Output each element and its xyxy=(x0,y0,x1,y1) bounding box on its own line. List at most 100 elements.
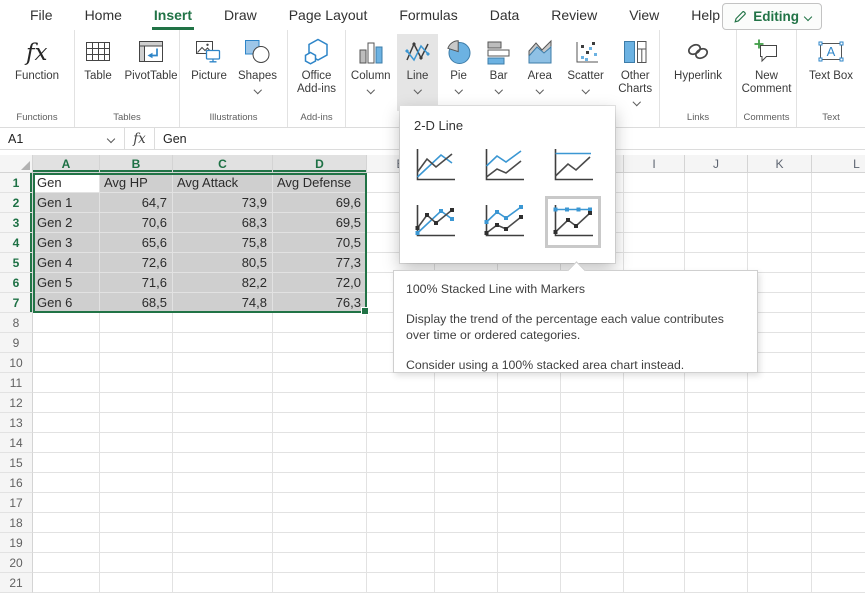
cell-B13[interactable] xyxy=(100,413,173,433)
cell-G11[interactable] xyxy=(498,373,561,393)
cell-F12[interactable] xyxy=(435,393,498,413)
cell-D17[interactable] xyxy=(273,493,367,513)
row-header-18[interactable]: 18 xyxy=(0,513,33,533)
cell-A13[interactable] xyxy=(33,413,100,433)
cell-A5[interactable]: Gen 4 xyxy=(33,253,100,273)
row-header-1[interactable]: 1 xyxy=(0,173,33,193)
cell-D3[interactable]: 69,5 xyxy=(273,213,367,233)
cell-C4[interactable]: 75,8 xyxy=(173,233,273,253)
cell-F19[interactable] xyxy=(435,533,498,553)
cell-A17[interactable] xyxy=(33,493,100,513)
row-header-21[interactable]: 21 xyxy=(0,573,33,593)
cell-K14[interactable] xyxy=(748,433,812,453)
cell-J16[interactable] xyxy=(685,473,748,493)
cell-L11[interactable] xyxy=(812,373,865,393)
cell-L5[interactable] xyxy=(812,253,865,273)
cell-A6[interactable]: Gen 5 xyxy=(33,273,100,293)
cell-C3[interactable]: 68,3 xyxy=(173,213,273,233)
cell-K12[interactable] xyxy=(748,393,812,413)
cell-I21[interactable] xyxy=(624,573,685,593)
cell-I11[interactable] xyxy=(624,373,685,393)
cell-L18[interactable] xyxy=(812,513,865,533)
cell-J19[interactable] xyxy=(685,533,748,553)
cell-A16[interactable] xyxy=(33,473,100,493)
menu-tab-file[interactable]: File xyxy=(14,0,69,30)
cell-K3[interactable] xyxy=(748,213,812,233)
cell-E14[interactable] xyxy=(367,433,435,453)
cell-B3[interactable]: 70,6 xyxy=(100,213,173,233)
cell-D13[interactable] xyxy=(273,413,367,433)
cell-G12[interactable] xyxy=(498,393,561,413)
row-header-20[interactable]: 20 xyxy=(0,553,33,573)
cell-K17[interactable] xyxy=(748,493,812,513)
cell-A4[interactable]: Gen 3 xyxy=(33,233,100,253)
cell-A11[interactable] xyxy=(33,373,100,393)
cell-A20[interactable] xyxy=(33,553,100,573)
cell-G16[interactable] xyxy=(498,473,561,493)
chart-type-100-percent-stacked-line[interactable] xyxy=(550,145,596,187)
cell-C19[interactable] xyxy=(173,533,273,553)
cell-K21[interactable] xyxy=(748,573,812,593)
cell-I12[interactable] xyxy=(624,393,685,413)
line-chart-button[interactable]: Line xyxy=(397,34,437,111)
area-chart-button[interactable]: Area xyxy=(520,34,560,111)
cell-A7[interactable]: Gen 6 xyxy=(33,293,100,313)
picture-button[interactable]: Picture xyxy=(186,34,232,111)
chart-type-stacked-line-with-markers[interactable] xyxy=(481,201,527,243)
cell-B15[interactable] xyxy=(100,453,173,473)
cell-H16[interactable] xyxy=(561,473,624,493)
cell-D6[interactable]: 72,0 xyxy=(273,273,367,293)
cell-I1[interactable] xyxy=(624,173,685,193)
cell-J15[interactable] xyxy=(685,453,748,473)
cell-L20[interactable] xyxy=(812,553,865,573)
cell-B21[interactable] xyxy=(100,573,173,593)
pivottable-button[interactable]: PivotTable xyxy=(123,34,179,111)
cell-K2[interactable] xyxy=(748,193,812,213)
cell-A10[interactable] xyxy=(33,353,100,373)
cell-J4[interactable] xyxy=(685,233,748,253)
cell-D9[interactable] xyxy=(273,333,367,353)
new-comment-button[interactable]: New Comment xyxy=(737,34,796,111)
shapes-button[interactable]: Shapes xyxy=(234,34,281,111)
table-button[interactable]: Table xyxy=(75,34,121,111)
row-header-14[interactable]: 14 xyxy=(0,433,33,453)
cell-J21[interactable] xyxy=(685,573,748,593)
cell-L8[interactable] xyxy=(812,313,865,333)
cell-L15[interactable] xyxy=(812,453,865,473)
row-header-8[interactable]: 8 xyxy=(0,313,33,333)
cell-H14[interactable] xyxy=(561,433,624,453)
fx-button[interactable]: fx xyxy=(125,128,155,149)
cell-G18[interactable] xyxy=(498,513,561,533)
menu-tab-insert[interactable]: Insert xyxy=(138,0,208,30)
cell-K4[interactable] xyxy=(748,233,812,253)
cell-L21[interactable] xyxy=(812,573,865,593)
column-chart-button[interactable]: Column xyxy=(346,34,395,111)
chart-type-100-percent-stacked-line-with-markers[interactable] xyxy=(550,201,596,243)
cell-B16[interactable] xyxy=(100,473,173,493)
cell-G20[interactable] xyxy=(498,553,561,573)
cell-E18[interactable] xyxy=(367,513,435,533)
cell-L12[interactable] xyxy=(812,393,865,413)
pie-chart-button[interactable]: Pie xyxy=(440,34,478,111)
cell-D19[interactable] xyxy=(273,533,367,553)
cell-C21[interactable] xyxy=(173,573,273,593)
cell-I15[interactable] xyxy=(624,453,685,473)
cell-J14[interactable] xyxy=(685,433,748,453)
cell-L6[interactable] xyxy=(812,273,865,293)
row-header-6[interactable]: 6 xyxy=(0,273,33,293)
cell-C10[interactable] xyxy=(173,353,273,373)
cell-C5[interactable]: 80,5 xyxy=(173,253,273,273)
cell-D5[interactable]: 77,3 xyxy=(273,253,367,273)
row-header-11[interactable]: 11 xyxy=(0,373,33,393)
cell-F18[interactable] xyxy=(435,513,498,533)
cell-F17[interactable] xyxy=(435,493,498,513)
cell-I16[interactable] xyxy=(624,473,685,493)
cell-L16[interactable] xyxy=(812,473,865,493)
cell-H17[interactable] xyxy=(561,493,624,513)
row-header-7[interactable]: 7 xyxy=(0,293,33,313)
chart-type-line[interactable] xyxy=(412,145,458,187)
cell-B5[interactable]: 72,6 xyxy=(100,253,173,273)
cell-F16[interactable] xyxy=(435,473,498,493)
cell-D10[interactable] xyxy=(273,353,367,373)
menu-tab-data[interactable]: Data xyxy=(474,0,536,30)
